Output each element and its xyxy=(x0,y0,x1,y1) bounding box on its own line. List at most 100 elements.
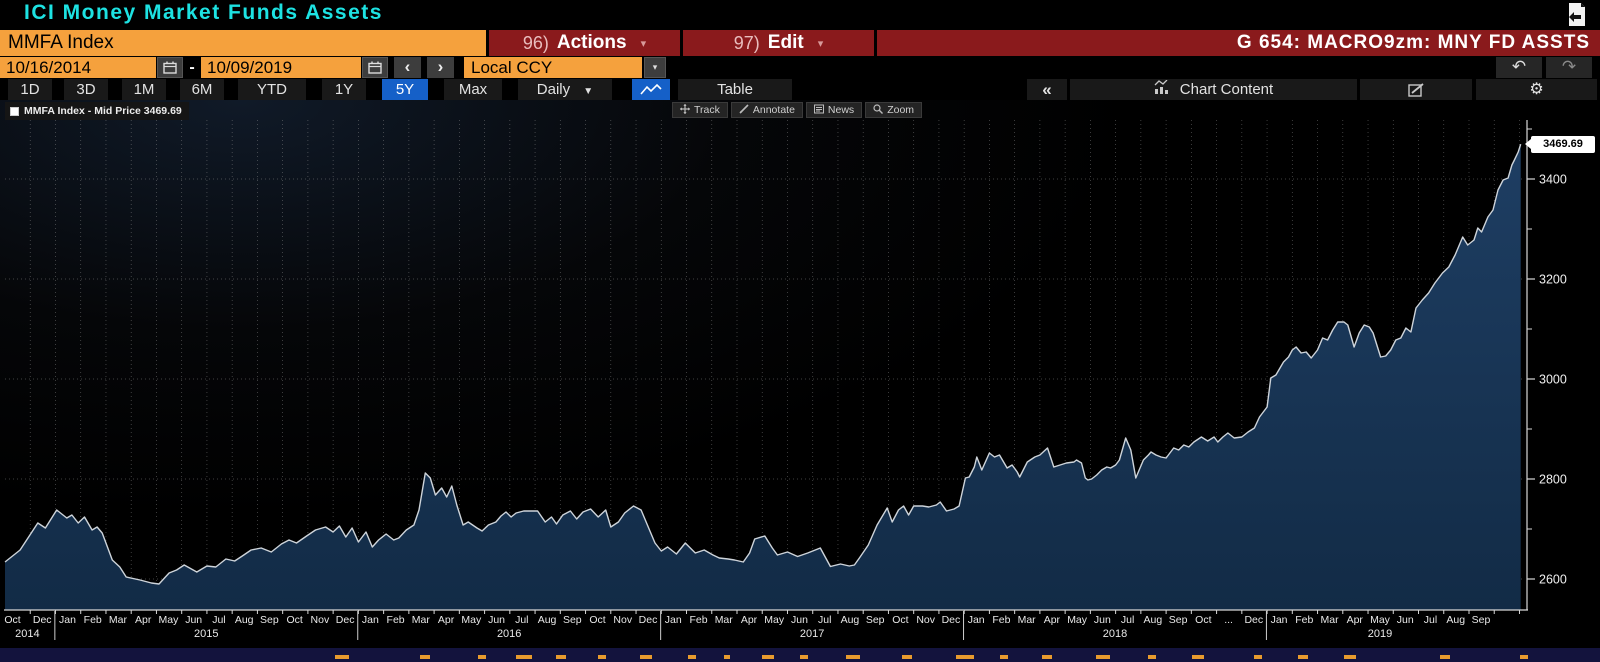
edit-button[interactable]: 97) Edit ▾ xyxy=(683,30,874,56)
svg-text:Sep: Sep xyxy=(563,614,582,626)
chevron-down-icon: ▾ xyxy=(817,37,824,50)
footer-ticker-strip xyxy=(0,648,1600,662)
table-button[interactable]: Table xyxy=(678,79,792,100)
track-button[interactable]: Track xyxy=(672,102,728,118)
x-axis-year-labels: 2014 2015 2016 2017 2018 2019 xyxy=(15,628,1392,640)
zoom-magnifier-icon xyxy=(873,103,884,117)
zoom-button[interactable]: Zoom xyxy=(865,102,923,118)
svg-text:Aug: Aug xyxy=(841,614,860,626)
gear-icon[interactable]: ⚙ xyxy=(1476,79,1597,100)
security-bar: MMFA Index 96) Actions ▾ 97) Edit ▾ G 65… xyxy=(0,30,1600,56)
period-button-1y[interactable]: 1Y xyxy=(322,79,366,100)
svg-text:Oct: Oct xyxy=(4,614,20,626)
chart-id-label: G 654: MACRO9zm: MNY FD ASSTS xyxy=(877,30,1600,56)
svg-text:Sep: Sep xyxy=(260,614,279,626)
svg-text:Feb: Feb xyxy=(1295,614,1313,626)
footer-ticker-fragment xyxy=(1344,655,1356,659)
svg-text:Oct: Oct xyxy=(286,614,302,626)
export-icon[interactable] xyxy=(1566,2,1588,28)
series-legend[interactable]: MMFA Index - Mid Price 3469.69 xyxy=(5,102,189,120)
svg-text:Jun: Jun xyxy=(1094,614,1111,626)
redo-icon[interactable]: ↷ xyxy=(1546,57,1592,78)
svg-text:Nov: Nov xyxy=(311,614,330,626)
svg-text:Mar: Mar xyxy=(1018,614,1037,626)
line-chart-icon[interactable] xyxy=(632,79,670,100)
svg-text:Jan: Jan xyxy=(1271,614,1288,626)
end-date-input[interactable]: 10/09/2019 xyxy=(201,57,361,78)
svg-text:Oct: Oct xyxy=(892,614,908,626)
frequency-label: Daily xyxy=(536,81,571,98)
svg-text:May: May xyxy=(461,614,482,626)
news-button[interactable]: News xyxy=(805,102,863,118)
svg-text:Dec: Dec xyxy=(33,614,52,626)
svg-text:Apr: Apr xyxy=(438,614,455,626)
track-icon xyxy=(680,103,690,117)
footer-ticker-fragment xyxy=(1254,655,1262,659)
frequency-select[interactable]: Daily ▼ xyxy=(518,79,612,100)
footer-ticker-fragment xyxy=(420,655,430,659)
edit-button-label: Edit xyxy=(767,32,804,53)
chart-tools-row: Track Annotate News Zoom xyxy=(672,102,923,118)
svg-text:Jan: Jan xyxy=(59,614,76,626)
footer-ticker-fragment xyxy=(956,655,974,659)
start-date-input[interactable]: 10/16/2014 xyxy=(0,57,156,78)
svg-text:Aug: Aug xyxy=(235,614,254,626)
period-button-1d[interactable]: 1D xyxy=(8,79,52,100)
svg-text:2018: 2018 xyxy=(1103,628,1127,640)
annotate-button[interactable]: Annotate xyxy=(730,102,803,118)
svg-text:Apr: Apr xyxy=(135,614,152,626)
footer-ticker-fragment xyxy=(1192,655,1204,659)
period-button-max[interactable]: Max xyxy=(444,79,502,100)
chart-content-button[interactable]: Chart Content xyxy=(1070,79,1357,100)
svg-text:2014: 2014 xyxy=(15,628,39,640)
period-button-1m[interactable]: 1M xyxy=(122,79,166,100)
ticker-field[interactable]: MMFA Index xyxy=(0,30,486,56)
footer-ticker-fragment xyxy=(640,655,652,659)
prev-period-button[interactable]: ‹ xyxy=(394,57,421,78)
period-button-ytd[interactable]: YTD xyxy=(238,79,306,100)
date-range-separator: - xyxy=(189,58,195,76)
period-button-5y-selected[interactable]: 5Y xyxy=(382,79,428,100)
series-legend-label: MMFA Index - Mid Price 3469.69 xyxy=(24,105,182,117)
chart-content-icon xyxy=(1154,79,1172,100)
svg-text:3000: 3000 xyxy=(1539,373,1567,387)
price-chart[interactable]: 2600 2800 3000 3200 3400 Oct Dec Jan Feb Mar Apr Ma… xyxy=(0,100,1600,648)
svg-text:Jan: Jan xyxy=(968,614,985,626)
svg-text:May: May xyxy=(1370,614,1391,626)
chevron-down-icon: ▾ xyxy=(640,37,647,50)
edit-button-number: 97) xyxy=(733,32,760,53)
actions-button[interactable]: 96) Actions ▾ xyxy=(489,30,680,56)
svg-text:May: May xyxy=(1067,614,1088,626)
svg-text:Mar: Mar xyxy=(715,614,734,626)
svg-text:2015: 2015 xyxy=(194,628,218,640)
svg-text:Jun: Jun xyxy=(488,614,505,626)
footer-ticker-fragment xyxy=(688,655,696,659)
annotate-label: Annotate xyxy=(752,104,795,116)
svg-text:Mar: Mar xyxy=(1320,614,1339,626)
currency-select[interactable]: Local CCY xyxy=(464,57,642,78)
svg-text:Apr: Apr xyxy=(1044,614,1061,626)
x-axis-month-labels: Oct Dec Jan Feb Mar Apr May Jun Jul Aug Sep Oct Nov D… xyxy=(4,614,1490,626)
bloomberg-chart-window: ICI Money Market Funds Assets MMFA Index… xyxy=(0,0,1600,662)
svg-text:Jun: Jun xyxy=(185,614,202,626)
collapse-panel-button[interactable]: « xyxy=(1027,79,1067,100)
range-bar: 10/16/2014 - 10/09/2019 ‹ › Local CCY ▾ … xyxy=(0,56,1600,79)
svg-text:Feb: Feb xyxy=(387,614,405,626)
undo-icon[interactable]: ↶ xyxy=(1496,57,1542,78)
svg-text:Jul: Jul xyxy=(515,614,528,626)
period-button-3d[interactable]: 3D xyxy=(64,79,108,100)
calendar-icon[interactable] xyxy=(362,57,388,78)
calendar-icon[interactable] xyxy=(157,57,183,78)
currency-dropdown-icon[interactable]: ▾ xyxy=(644,57,666,78)
svg-text:Jun: Jun xyxy=(1397,614,1414,626)
next-period-button[interactable]: › xyxy=(427,57,454,78)
footer-ticker-fragment xyxy=(598,655,606,659)
period-button-6m[interactable]: 6M xyxy=(180,79,224,100)
footer-ticker-fragment xyxy=(1520,655,1528,659)
svg-text:2600: 2600 xyxy=(1539,573,1567,587)
annotation-editor-button[interactable] xyxy=(1360,79,1472,100)
footer-ticker-fragment xyxy=(1440,655,1450,659)
svg-text:May: May xyxy=(764,614,785,626)
svg-text:Nov: Nov xyxy=(613,614,632,626)
svg-text:2800: 2800 xyxy=(1539,473,1567,487)
